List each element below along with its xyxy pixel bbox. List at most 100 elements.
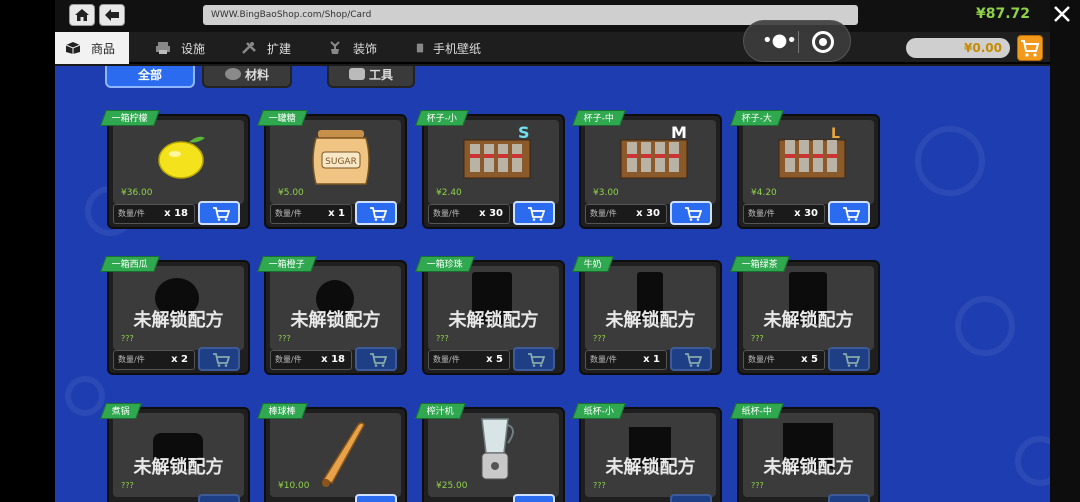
subtab-all[interactable]: 全部 xyxy=(105,66,195,88)
quantity-value: x 2 xyxy=(171,354,188,365)
subtab-materials[interactable]: 材料 xyxy=(202,66,292,88)
lemon-slice-deco xyxy=(955,296,1015,356)
quantity-field[interactable]: 数量/件 x 1 xyxy=(270,204,352,224)
lemon-slice-deco xyxy=(1015,436,1050,486)
locked-item-card: 未解锁配方 ??? 一箱珍珠 数量/件 x 5 xyxy=(415,256,565,375)
plant-icon xyxy=(330,41,340,54)
browser-bar: WWW.BingBaoShop.com/Shop/Card ¥87.72 xyxy=(55,0,1070,32)
quantity-value: x 18 xyxy=(164,208,188,219)
arrow-left-icon xyxy=(105,9,119,21)
close-icon[interactable] xyxy=(1052,4,1072,24)
tab-wallpaper-label: 手机壁纸 xyxy=(433,41,482,56)
add-to-cart-button[interactable] xyxy=(670,347,712,371)
shopping-cart-icon xyxy=(370,207,387,221)
phone-icon xyxy=(416,43,424,53)
locked-recipe-text: 未解锁配方 xyxy=(133,457,224,478)
add-to-cart-button[interactable] xyxy=(198,201,240,225)
add-to-cart-button[interactable] xyxy=(670,494,712,502)
add-to-cart-button[interactable] xyxy=(828,347,870,371)
add-to-cart-button[interactable] xyxy=(198,494,240,502)
shopping-cart-icon xyxy=(213,207,230,221)
quantity-value: x 30 xyxy=(794,208,818,219)
quantity-value: x 5 xyxy=(486,354,503,365)
shopping-cart-icon xyxy=(843,207,860,221)
cart-button[interactable] xyxy=(1017,35,1043,61)
add-to-cart-button[interactable] xyxy=(828,494,870,502)
quantity-value: x 18 xyxy=(321,354,345,365)
quantity-field[interactable]: 数量/件 x 30 xyxy=(428,204,510,224)
shopping-cart-icon xyxy=(528,207,545,221)
quantity-field[interactable]: 数量/件 x 5 xyxy=(428,350,510,370)
item-name-tag: 一箱柠檬 xyxy=(100,110,160,126)
shop-item-card: SUGAR ¥5.00 一罐糖 数量/件 x 1 xyxy=(257,110,407,229)
category-bar: 商品 设施 扩建 装饰 手机壁纸 •●• ¥0.00 xyxy=(55,20,1050,64)
item-price: ¥36.00 xyxy=(121,188,153,198)
exit-circle-icon[interactable] xyxy=(812,31,834,53)
quantity-field[interactable]: 数量/件 x 2 xyxy=(113,350,195,370)
item-image-area: SUGAR ¥5.00 xyxy=(270,120,401,204)
item-name-tag: 杯子-中 xyxy=(572,110,627,126)
add-to-cart-button[interactable] xyxy=(355,494,397,502)
tab-goods[interactable]: 商品 xyxy=(55,32,130,64)
tools-icon xyxy=(242,42,256,54)
add-to-cart-button[interactable] xyxy=(513,347,555,371)
add-to-cart-button[interactable] xyxy=(355,347,397,371)
shopping-cart-icon xyxy=(528,353,545,367)
quantity-field[interactable]: 数量/件 x 30 xyxy=(743,204,825,224)
locked-item-card: 未解锁配方 ??? 纸杯-小 xyxy=(572,403,722,502)
back-button[interactable] xyxy=(99,4,125,26)
add-to-cart-button[interactable] xyxy=(513,494,555,502)
item-name-tag: 一箱珍珠 xyxy=(415,256,475,272)
locked-recipe-text: 未解锁配方 xyxy=(448,310,539,331)
item-name-tag: 煮锅 xyxy=(100,403,142,419)
quantity-value: x 30 xyxy=(479,208,503,219)
add-to-cart-button[interactable] xyxy=(355,201,397,225)
lemon-slice-deco xyxy=(65,376,105,416)
add-to-cart-button[interactable] xyxy=(828,201,870,225)
locked-recipe-text: 未解锁配方 xyxy=(605,457,696,478)
item-name-tag: 杯子-小 xyxy=(415,110,470,126)
quantity-field[interactable]: 数量/件 x 18 xyxy=(270,350,352,370)
item-price: ??? xyxy=(593,481,606,490)
item-price: ¥5.00 xyxy=(278,188,304,198)
quantity-field[interactable]: 数量/件 x 30 xyxy=(585,204,667,224)
tab-decoration[interactable]: 装饰 xyxy=(327,32,377,64)
quantity-value: x 5 xyxy=(801,354,818,365)
add-to-cart-button[interactable] xyxy=(670,201,712,225)
locked-item-card: 未解锁配方 ??? 一箱绿茶 数量/件 x 5 xyxy=(730,256,880,375)
shop-item-card: ¥25.00 榨汁机 xyxy=(415,403,565,502)
quantity-field[interactable]: 数量/件 x 5 xyxy=(743,350,825,370)
svg-text:L: L xyxy=(831,126,840,142)
shopping-cart-icon xyxy=(213,353,230,367)
home-icon xyxy=(75,9,89,21)
item-price: ¥25.00 xyxy=(436,481,468,491)
locked-recipe-text: 未解锁配方 xyxy=(763,457,854,478)
quantity-value: x 30 xyxy=(636,208,660,219)
printer-icon xyxy=(156,42,170,54)
locked-item-card: 未解锁配方 ??? 一箱西瓜 数量/件 x 2 xyxy=(100,256,250,375)
tab-wallpaper[interactable]: 手机壁纸 xyxy=(415,32,481,64)
item-name-tag: 棒球棒 xyxy=(257,403,308,419)
box-icon xyxy=(65,42,81,54)
more-icon[interactable]: •●• xyxy=(762,32,797,50)
shop-item-card: ¥36.00 一箱柠檬 数量/件 x 18 xyxy=(100,110,250,229)
tab-facilities[interactable]: 设施 xyxy=(155,32,205,64)
quantity-field[interactable]: 数量/件 x 18 xyxy=(113,204,195,224)
home-button[interactable] xyxy=(69,4,95,26)
left-letterbox xyxy=(0,0,55,502)
tab-expansion-label: 扩建 xyxy=(267,41,292,56)
locked-item-card: 未解锁配方 ??? 煮锅 xyxy=(100,403,250,502)
item-name-tag: 一箱绿茶 xyxy=(730,256,790,272)
item-price: ??? xyxy=(751,481,764,490)
sub-tabs: 全部 材料 工具 xyxy=(55,66,1050,90)
quantity-field[interactable]: 数量/件 x 1 xyxy=(585,350,667,370)
tab-decoration-label: 装饰 xyxy=(353,41,378,56)
capsule-divider xyxy=(798,31,799,53)
item-price: ??? xyxy=(121,481,134,490)
item-image-area: 未解锁配方 ??? xyxy=(585,413,716,497)
add-to-cart-button[interactable] xyxy=(198,347,240,371)
subtab-tools[interactable]: 工具 xyxy=(327,66,415,88)
tab-expansion[interactable]: 扩建 xyxy=(241,32,291,64)
add-to-cart-button[interactable] xyxy=(513,201,555,225)
cup-icon xyxy=(348,68,365,80)
